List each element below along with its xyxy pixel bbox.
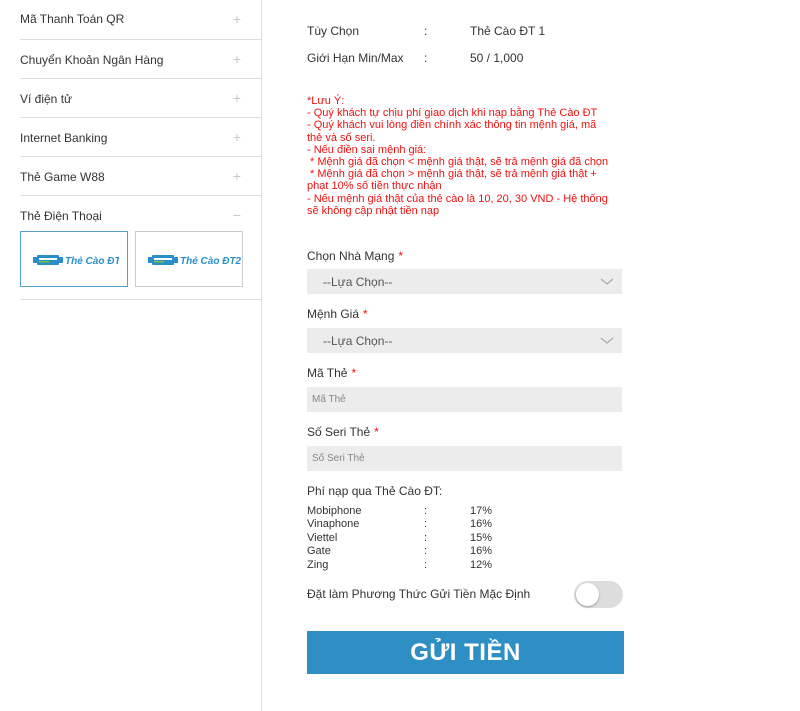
colon: : xyxy=(424,518,428,530)
fee-percent: 12% xyxy=(470,559,493,571)
serial-label-text: Số Seri Thẻ xyxy=(307,425,371,439)
colon: : xyxy=(424,505,428,517)
card-option-label: Thẻ Cào ĐT xyxy=(65,256,119,267)
limit-value: 50 / 1,000 xyxy=(470,51,524,65)
card-code-label-text: Mã Thẻ xyxy=(307,366,348,380)
colon: : xyxy=(424,51,428,65)
option-value: Thẻ Cào ĐT 1 xyxy=(470,24,546,38)
notice-text: *Lưu Ý: - Quý khách tự chịu phí giao dịc… xyxy=(307,95,627,217)
denomination-label-text: Mệnh Giá xyxy=(307,307,360,321)
network-select-value: --Lựa Chọn-- xyxy=(323,275,393,289)
menu-item-internet-banking[interactable]: Internet Banking + xyxy=(20,118,261,157)
fee-percent: 17% xyxy=(470,505,493,517)
denomination-label: Mệnh Giá * xyxy=(307,307,368,321)
card-logo-icon: Thẻ Cào ĐT xyxy=(33,255,119,267)
card-code-input[interactable] xyxy=(307,387,622,412)
card-code-label: Mã Thẻ * xyxy=(307,366,356,380)
phone-card-options: Thẻ Cào ĐT Thẻ Cào ĐT2 xyxy=(20,196,261,300)
network-label-text: Chọn Nhà Mạng xyxy=(307,249,395,263)
serial-label: Số Seri Thẻ * xyxy=(307,425,379,439)
colon: : xyxy=(424,24,428,38)
plus-icon[interactable]: + xyxy=(233,128,241,146)
fee-percent: 16% xyxy=(470,518,493,530)
fee-row: Zing : 12% xyxy=(307,559,627,573)
default-method-label: Đặt làm Phương Thức Gửi Tiền Mặc Định xyxy=(307,587,531,601)
notice-line: sẽ không cập nhật tiền nạp xyxy=(307,204,440,217)
menu-item-label: Ví điện tử xyxy=(20,92,73,106)
plus-icon[interactable]: + xyxy=(233,10,241,28)
fee-network: Gate xyxy=(307,545,331,557)
notice-line: thẻ và số seri. xyxy=(307,131,376,144)
fee-percent: 15% xyxy=(470,532,493,544)
colon: : xyxy=(424,559,428,571)
fees-title: Phí nạp qua Thẻ Cào ĐT: xyxy=(307,484,443,498)
default-method-toggle[interactable] xyxy=(574,581,623,608)
option-label: Tùy Chọn xyxy=(307,24,360,38)
menu-item-ewallet[interactable]: Ví điện tử + xyxy=(20,79,261,118)
network-label: Chọn Nhà Mạng * xyxy=(307,249,403,263)
plus-icon[interactable]: + xyxy=(233,50,241,68)
fee-row: Mobiphone : 17% xyxy=(307,505,627,519)
menu-item-bank-transfer[interactable]: Chuyển Khoản Ngân Hàng + xyxy=(20,40,261,79)
menu-item-label: Chuyển Khoản Ngân Hàng xyxy=(20,53,164,67)
denomination-select-value: --Lựa Chọn-- xyxy=(323,334,393,348)
fee-row: Vinaphone : 16% xyxy=(307,518,627,532)
fee-row: Viettel : 15% xyxy=(307,532,627,546)
colon: : xyxy=(424,545,428,557)
menu-item-qr[interactable]: Mã Thanh Toán QR + xyxy=(20,0,261,40)
toggle-knob xyxy=(576,583,599,606)
option-row: Tùy Chọn : Thẻ Cào ĐT 1 xyxy=(307,24,545,38)
notice-line: * Mệnh giá đã chọn < mệnh giá thật, sẽ t… xyxy=(307,156,609,169)
notice-line: *Lưu Ý: xyxy=(307,95,345,107)
notice-line: - Nếu điền sai mệnh giá: xyxy=(307,143,427,156)
menu-item-label: Internet Banking xyxy=(20,131,108,145)
sidebar: Mã Thanh Toán QR + Chuyển Khoản Ngân Hàn… xyxy=(0,0,262,711)
limit-row: Giới Hạn Min/Max : 50 / 1,000 xyxy=(307,51,523,65)
notice-line: - Quý khách tự chịu phí giao dịch khi nạ… xyxy=(307,107,598,120)
fee-network: Mobiphone xyxy=(307,505,362,517)
required-mark: * xyxy=(398,249,404,263)
fee-network: Viettel xyxy=(307,532,338,544)
chevron-down-icon xyxy=(600,337,614,344)
fee-network: Vinaphone xyxy=(307,518,360,530)
menu-item-label: Thẻ Game W88 xyxy=(20,170,105,184)
submit-deposit-button[interactable]: GỬI TIỀN xyxy=(307,631,624,674)
colon: : xyxy=(424,532,428,544)
denomination-select[interactable]: --Lựa Chọn-- xyxy=(307,328,622,353)
limit-label: Giới Hạn Min/Max xyxy=(307,51,404,65)
required-mark: * xyxy=(351,366,357,380)
serial-input[interactable] xyxy=(307,446,622,471)
plus-icon[interactable]: + xyxy=(233,167,241,185)
fee-row: Gate : 16% xyxy=(307,545,627,559)
menu-item-label: Mã Thanh Toán QR xyxy=(20,12,125,26)
card-logo-icon: Thẻ Cào ĐT2 xyxy=(148,255,242,267)
notice-line: - Quý khách vui lòng điền chính xác thôn… xyxy=(307,119,597,132)
chevron-down-icon xyxy=(600,278,614,285)
card-option-label: Thẻ Cào ĐT2 xyxy=(180,256,242,267)
card-option-the-cao-dt[interactable]: Thẻ Cào ĐT xyxy=(20,231,128,287)
notice-line: phạt 10% số tiền thực nhận xyxy=(307,180,442,193)
notice-line: * Mệnh giá đã chọn > mệnh giá thật, sẽ t… xyxy=(307,168,597,181)
required-mark: * xyxy=(363,307,368,321)
menu-item-game-card[interactable]: Thẻ Game W88 + xyxy=(20,157,261,196)
fee-network: Zing xyxy=(307,559,329,571)
required-mark: * xyxy=(374,425,379,439)
notice-line: - Nếu mệnh giá thật của thẻ cào là 10, 2… xyxy=(307,192,608,205)
plus-icon[interactable]: + xyxy=(233,89,241,107)
card-option-the-cao-dt2[interactable]: Thẻ Cào ĐT2 xyxy=(135,231,243,287)
network-select[interactable]: --Lựa Chọn-- xyxy=(307,269,622,294)
fee-percent: 16% xyxy=(470,545,493,557)
